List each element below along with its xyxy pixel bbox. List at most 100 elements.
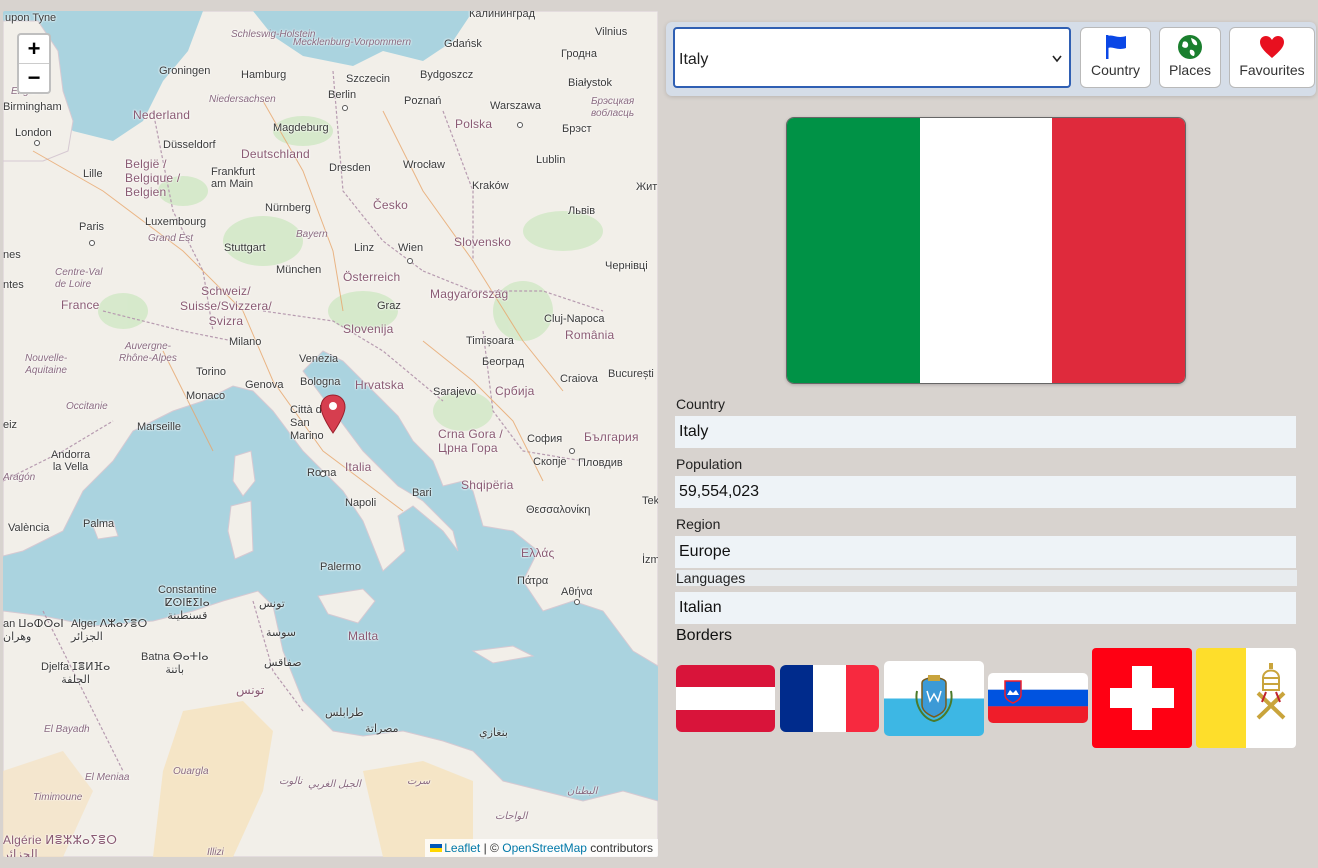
map-label: Timimoune — [33, 792, 83, 803]
map-label: صفاقس — [264, 657, 302, 669]
map-label: Česko — [373, 198, 409, 212]
map-label: Αθήνα — [561, 586, 593, 598]
map-label: België / Belgique / Belgien — [125, 157, 181, 199]
map-label: سرت — [407, 776, 431, 787]
map-label: Брэсцкая вобласць — [591, 96, 635, 119]
map-label: Crna Gora / Црна Гора — [438, 427, 503, 455]
region-value: Europe — [675, 536, 1296, 568]
map-label: Timișoara — [466, 335, 514, 347]
flag-stripe-green — [787, 118, 920, 383]
city-dot — [89, 240, 95, 246]
map-label: Slovenija — [343, 322, 394, 336]
map-label: Białystok — [568, 77, 613, 89]
places-button[interactable]: Places — [1159, 27, 1221, 88]
map-label: Schweiz/ Suisse/Svizzera/ Svizra — [180, 284, 272, 328]
leaflet-link[interactable]: Leaflet — [444, 841, 480, 855]
ukraine-flag-icon — [430, 844, 443, 852]
map-label: Warszawa — [490, 100, 541, 112]
map-label: Italia — [345, 460, 372, 474]
map-label: İzm — [642, 554, 658, 566]
population-value: 59,554,023 — [675, 476, 1296, 508]
map-label: Malta — [348, 629, 379, 643]
population-label: Population — [676, 456, 743, 472]
border-flag-slovenia[interactable] — [988, 673, 1088, 723]
zoom-out-button[interactable]: − — [19, 63, 49, 92]
favourites-button[interactable]: Favourites — [1229, 27, 1315, 88]
map-label: France — [61, 298, 100, 312]
map-label: Aragón — [3, 472, 36, 483]
map-label: Калининград — [469, 11, 536, 20]
map-label: Linz — [354, 242, 375, 254]
map-label: València — [8, 522, 50, 534]
border-flag-france[interactable] — [780, 665, 879, 732]
map-label: Hamburg — [241, 69, 287, 81]
zoom-in-button[interactable]: + — [19, 35, 49, 63]
map-label: Paris — [79, 221, 105, 233]
map-label: Frankfurt am Main — [211, 166, 256, 190]
map-label: Napoli — [345, 497, 377, 509]
city-dot — [574, 599, 580, 605]
map-label: Lublin — [536, 154, 566, 166]
city-dot — [569, 448, 575, 454]
map-label: الجبل الغربي — [308, 779, 361, 790]
border-flag-austria[interactable] — [676, 665, 775, 732]
places-button-label: Places — [1168, 62, 1212, 78]
map-label: Venezia — [299, 353, 339, 365]
map-label: London — [15, 127, 52, 139]
map-label: Nouvelle- Aquitaine — [25, 353, 68, 376]
map-label: نالوت — [279, 776, 303, 787]
map-label: Sarajevo — [433, 386, 477, 398]
map-label: Luxembourg — [145, 216, 207, 228]
attribution-separator: | © — [483, 841, 499, 855]
map-label: Пловдив — [578, 457, 623, 469]
languages-value: Italian — [675, 592, 1296, 624]
map-label: طرابلس — [325, 707, 364, 719]
border-flag-vatican-city[interactable] — [1196, 648, 1296, 748]
map-label: Szczecin — [346, 73, 391, 85]
country-select-value: Italy — [679, 51, 709, 68]
map-label: Гродна — [561, 48, 597, 60]
map-label: nes — [3, 249, 21, 261]
border-flag-switzerland[interactable] — [1092, 648, 1192, 748]
map-label: Berlin — [328, 89, 357, 101]
map[interactable]: upon Tyne Schleswig-Holstein Mecklenburg… — [3, 11, 658, 857]
map-attribution: Leaflet | © OpenStreetMap contributors — [425, 839, 658, 857]
map-label: Centre-Val de Loire — [55, 267, 103, 290]
heart-icon — [1260, 36, 1284, 58]
map-label: eiz — [3, 419, 18, 431]
map-label: Marseille — [137, 421, 182, 433]
map-label: Batna ⴱⴰⵜⵏⴰ باتنة — [141, 651, 209, 676]
map-label: Wien — [398, 242, 424, 254]
map-label: El Bayadh — [44, 724, 90, 735]
city-dot — [342, 105, 348, 111]
map-label: München — [276, 264, 322, 276]
city-dot — [517, 122, 523, 128]
map-label: Niedersachsen — [209, 94, 276, 105]
map-label: الواحات — [495, 811, 528, 822]
map-label: Occitanie — [66, 401, 108, 412]
map-label: an ⵡⴰⵀⵔⴰⵏ وهران — [3, 618, 64, 643]
openstreetmap-link[interactable]: OpenStreetMap — [502, 841, 587, 855]
map-label: Polska — [455, 117, 493, 131]
map-label: Djelfa ⵊⴻⵍⴼⴰ الجلفة — [41, 661, 111, 686]
map-label: Düsseldorf — [163, 139, 216, 151]
map-label: Πάτρα — [517, 575, 549, 587]
map-label: تونس — [259, 598, 285, 610]
city-dot — [407, 258, 413, 264]
country-select[interactable]: Italy — [673, 27, 1071, 88]
map-label: Alger ⴷⵣⴰⵢⴻⵔ الجزائر — [71, 618, 148, 643]
map-label: Mecklenburg-Vorpommern — [293, 37, 412, 48]
map-label: Србија — [495, 384, 535, 398]
border-flag-san-marino[interactable] — [884, 661, 984, 736]
map-label: Österreich — [343, 270, 401, 284]
flag-icon — [1105, 35, 1126, 59]
map-label: Illizi — [207, 847, 224, 857]
globe-icon — [1178, 35, 1202, 59]
country-button[interactable]: Country — [1080, 27, 1151, 88]
country-label: Country — [676, 396, 726, 412]
map-label: Чернівці — [605, 260, 648, 272]
borders-title: Borders — [676, 627, 733, 644]
map-label: ntes — [3, 279, 24, 291]
map-label: Gdańsk — [444, 38, 482, 50]
map-marker-icon[interactable] — [320, 394, 346, 434]
